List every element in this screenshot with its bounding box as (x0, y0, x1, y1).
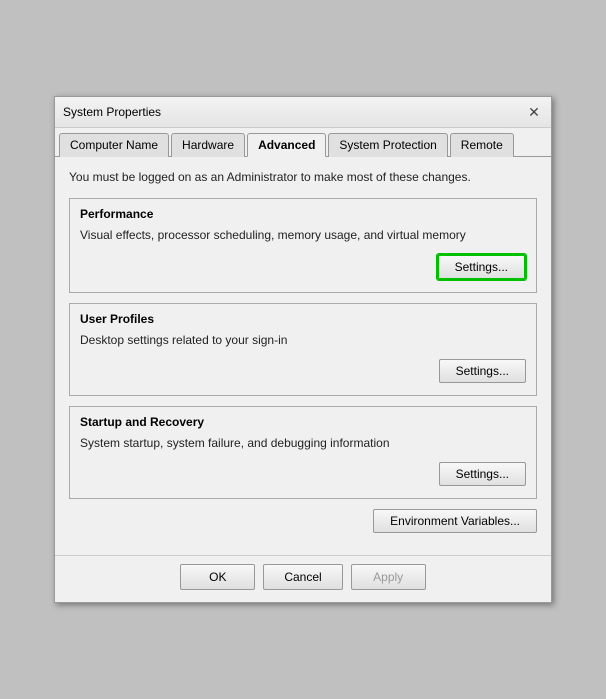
env-variables-row: Environment Variables... (69, 509, 537, 533)
startup-recovery-settings-button[interactable]: Settings... (439, 462, 526, 486)
apply-button[interactable]: Apply (351, 564, 426, 590)
startup-recovery-section: Startup and Recovery System startup, sys… (69, 406, 537, 499)
dialog-buttons: OK Cancel Apply (55, 555, 551, 602)
startup-recovery-description: System startup, system failure, and debu… (80, 435, 526, 452)
tab-bar: Computer Name Hardware Advanced System P… (55, 128, 551, 157)
user-profiles-title: User Profiles (80, 312, 526, 326)
performance-title: Performance (80, 207, 526, 221)
tab-system-protection[interactable]: System Protection (328, 133, 447, 157)
performance-section: Performance Visual effects, processor sc… (69, 198, 537, 293)
startup-recovery-title: Startup and Recovery (80, 415, 526, 429)
tab-remote[interactable]: Remote (450, 133, 514, 157)
tab-advanced[interactable]: Advanced (247, 133, 326, 157)
cancel-button[interactable]: Cancel (263, 564, 342, 590)
ok-button[interactable]: OK (180, 564, 255, 590)
close-button[interactable]: ✕ (525, 103, 543, 121)
user-profiles-section: User Profiles Desktop settings related t… (69, 303, 537, 396)
tab-content: You must be logged on as an Administrato… (55, 157, 551, 554)
window-title: System Properties (63, 105, 161, 119)
performance-btn-row: Settings... (80, 254, 526, 280)
title-bar: System Properties ✕ (55, 97, 551, 128)
tab-computer-name[interactable]: Computer Name (59, 133, 169, 157)
startup-recovery-btn-row: Settings... (80, 462, 526, 486)
tab-hardware[interactable]: Hardware (171, 133, 245, 157)
user-profiles-description: Desktop settings related to your sign-in (80, 332, 526, 349)
environment-variables-button[interactable]: Environment Variables... (373, 509, 537, 533)
admin-notice: You must be logged on as an Administrato… (69, 169, 537, 186)
system-properties-window: System Properties ✕ Computer Name Hardwa… (54, 96, 552, 602)
performance-settings-button[interactable]: Settings... (437, 254, 526, 280)
performance-description: Visual effects, processor scheduling, me… (80, 227, 526, 244)
user-profiles-settings-button[interactable]: Settings... (439, 359, 526, 383)
user-profiles-btn-row: Settings... (80, 359, 526, 383)
